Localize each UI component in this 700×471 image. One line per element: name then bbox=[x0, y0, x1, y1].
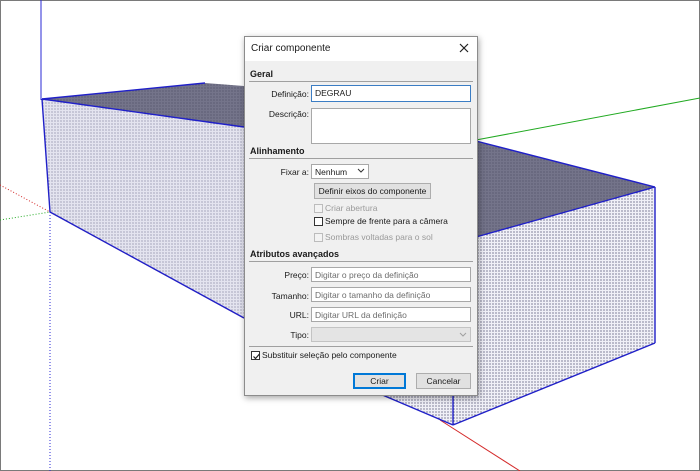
type-label: Tipo: bbox=[290, 330, 309, 340]
green-axis-far bbox=[475, 97, 700, 141]
section-heading-geral: Geral bbox=[250, 69, 274, 79]
size-placeholder: Digitar o tamanho da definição bbox=[315, 290, 431, 300]
description-textarea[interactable] bbox=[311, 108, 471, 144]
set-component-axes-button[interactable]: Definir eixos do componente bbox=[314, 183, 431, 199]
shadows-face-sun-label: Sombras voltadas para o sol bbox=[325, 232, 433, 242]
create-component-dialog: Criar componente Geral Definição: DEGRAU… bbox=[244, 36, 478, 396]
create-button[interactable]: Criar bbox=[353, 373, 406, 389]
glue-to-value: Nenhum bbox=[315, 167, 348, 177]
replace-selection-checkbox[interactable] bbox=[251, 351, 260, 360]
always-face-camera-label: Sempre de frente para a câmera bbox=[325, 216, 448, 226]
cut-opening-label: Criar abertura bbox=[325, 203, 378, 213]
url-placeholder: Digitar URL da definição bbox=[315, 310, 407, 320]
divider bbox=[249, 158, 473, 159]
green-axis-dotted bbox=[0, 211, 51, 221]
divider bbox=[249, 261, 473, 262]
cancel-button[interactable]: Cancelar bbox=[416, 373, 471, 389]
divider bbox=[249, 81, 473, 82]
dialog-title: Criar componente bbox=[251, 43, 331, 54]
divider bbox=[249, 346, 473, 347]
shadows-face-sun-checkbox[interactable] bbox=[314, 233, 323, 242]
glue-to-select[interactable]: Nenhum bbox=[311, 164, 369, 179]
url-input[interactable]: Digitar URL da definição bbox=[311, 307, 471, 322]
price-label: Preço: bbox=[284, 270, 309, 280]
cut-opening-checkbox[interactable] bbox=[314, 204, 323, 213]
price-input[interactable]: Digitar o preço da definição bbox=[311, 267, 471, 282]
check-icon bbox=[253, 353, 260, 360]
section-heading-advanced: Atributos avançados bbox=[250, 249, 340, 259]
definition-input[interactable]: DEGRAU bbox=[311, 85, 471, 102]
size-label: Tamanho: bbox=[271, 291, 309, 301]
close-button[interactable] bbox=[457, 41, 471, 55]
always-face-camera-checkbox[interactable] bbox=[314, 217, 323, 226]
glue-to-label: Fixar a: bbox=[280, 167, 309, 177]
definition-label: Definição: bbox=[271, 89, 309, 99]
type-select[interactable] bbox=[311, 327, 471, 342]
chevron-down-icon bbox=[357, 168, 365, 173]
red-axis-far bbox=[439, 419, 521, 471]
price-placeholder: Digitar o preço da definição bbox=[315, 270, 419, 280]
box-left-face[interactable] bbox=[42, 99, 244, 318]
replace-selection-label: Substituir seleção pelo componente bbox=[262, 350, 397, 360]
dialog-titlebar[interactable]: Criar componente bbox=[245, 37, 477, 61]
url-label: URL: bbox=[289, 310, 309, 320]
section-heading-alinhamento: Alinhamento bbox=[250, 146, 305, 156]
red-axis-dotted bbox=[0, 184, 51, 213]
description-label: Descrição: bbox=[268, 109, 309, 119]
size-input[interactable]: Digitar o tamanho da definição bbox=[311, 287, 471, 302]
close-icon bbox=[459, 43, 469, 53]
chevron-down-icon bbox=[459, 332, 467, 337]
